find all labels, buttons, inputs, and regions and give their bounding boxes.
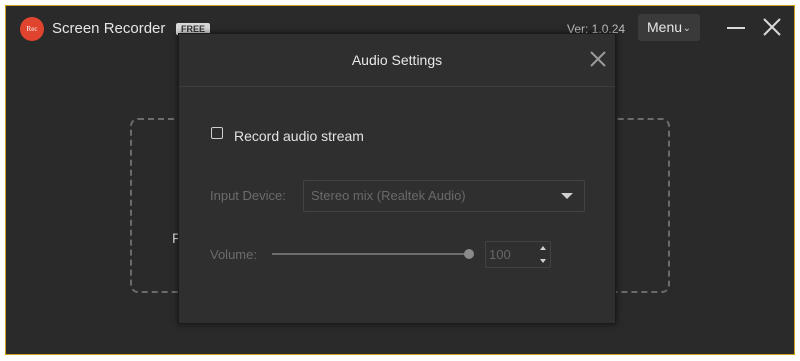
input-device-label: Input Device:: [210, 188, 286, 203]
app-window: Rec Screen Recorder FREE Ver: 1.0.24 Men…: [5, 5, 795, 355]
dialog-close-icon[interactable]: [589, 50, 607, 68]
volume-slider-thumb[interactable]: [464, 249, 474, 259]
dialog-header: Audio Settings: [179, 34, 615, 87]
minimize-icon[interactable]: [727, 27, 745, 29]
close-icon[interactable]: [761, 16, 783, 38]
audio-settings-dialog: Audio Settings Record audio stream Input…: [178, 33, 616, 324]
app-title: Screen Recorder: [52, 20, 166, 37]
volume-value: 100: [489, 247, 511, 262]
record-audio-label[interactable]: Record audio stream: [234, 128, 364, 144]
menu-label: Menu: [647, 19, 683, 35]
app-logo: Rec: [20, 17, 44, 41]
volume-label: Volume:: [210, 247, 257, 262]
chevron-down-icon: ⌄: [682, 23, 691, 34]
stepper-up-icon[interactable]: [540, 246, 546, 250]
dialog-title: Audio Settings: [351, 52, 443, 68]
menu-button[interactable]: Menu ⌄: [638, 14, 700, 41]
volume-stepper[interactable]: 100: [485, 241, 551, 268]
stepper-down-icon[interactable]: [540, 259, 546, 263]
volume-slider-track[interactable]: [272, 253, 470, 255]
input-device-select[interactable]: Stereo mix (Realtek Audio): [303, 180, 585, 212]
caret-down-icon: [561, 193, 573, 199]
record-audio-checkbox[interactable]: [211, 127, 223, 139]
input-device-value: Stereo mix (Realtek Audio): [311, 188, 466, 203]
